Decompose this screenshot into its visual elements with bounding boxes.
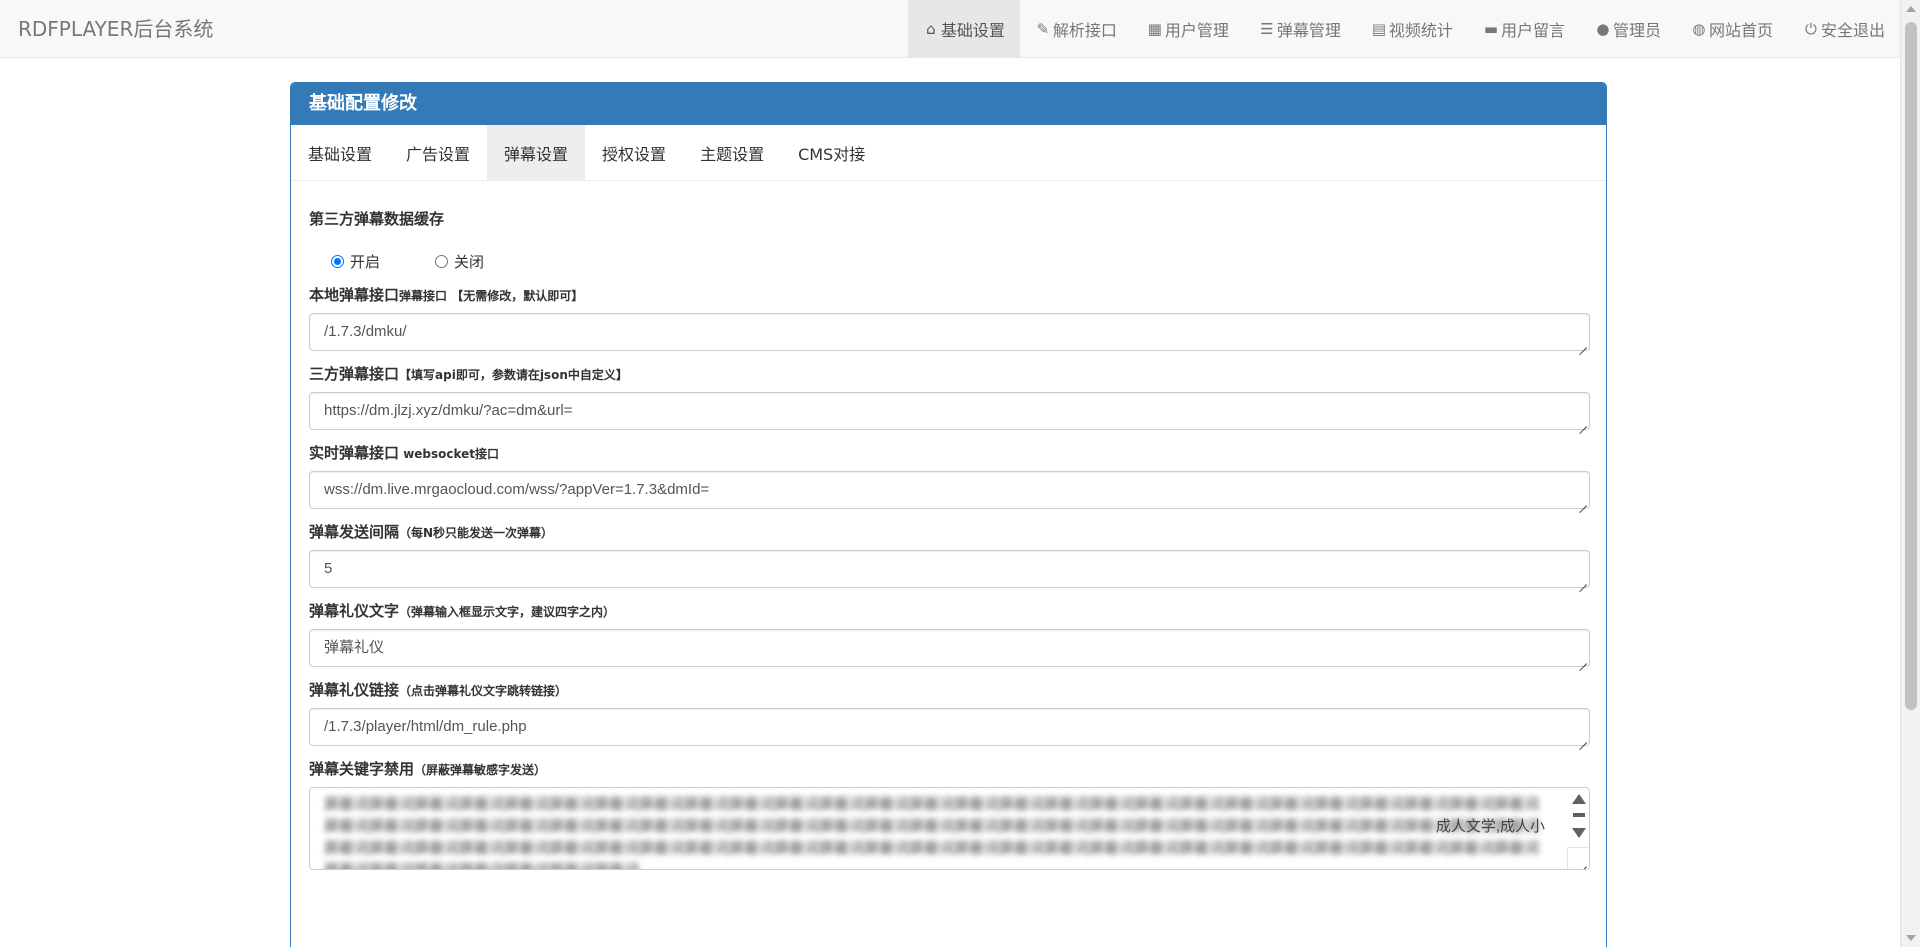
nav-item-3[interactable]: ☰ 弹幕管理 [1244,0,1356,58]
resize-grip-icon[interactable] [1577,654,1587,664]
setting-textarea[interactable]: wss://dm.live.mrgaocloud.com/wss/?appVer… [309,471,1590,509]
nav-item-label: 管理员 [1612,21,1661,40]
globe-icon: ◍ [1692,20,1706,38]
nav-item-1[interactable]: ✎ 解析接口 [1020,0,1132,58]
nav-item-label: 网站首页 [1708,21,1773,40]
tab-5[interactable]: CMS对接 [781,125,882,181]
resize-grip-icon[interactable] [1577,496,1587,506]
nav-item-label: 用户留言 [1500,21,1565,40]
nav-item-4[interactable]: ▤ 视频统计 [1356,0,1468,58]
top-navbar: RDFPLAYER后台系统 ⌂ 基础设置 ✎ 解析接口 ▦ 用户管理 ☰ 弹幕管理 ▤ 视频统计 ▬… [0,0,1900,58]
nav-item-0[interactable]: ⌂ 基础设置 [907,0,1020,58]
nav-item-label: 视频统计 [1388,21,1453,40]
nav-item-label: 用户管理 [1164,21,1229,40]
config-tabs: 基础设置 广告设置 弹幕设置 授权设置 主题设置 CMS对接 [291,125,1606,181]
resize-grip-icon[interactable] [1577,338,1587,348]
scroll-down-arrow-icon[interactable] [1906,935,1916,941]
setting-value: 5 [324,560,333,577]
resize-corner[interactable] [1567,847,1589,869]
resize-grip-icon[interactable] [1577,575,1587,585]
nav-item-6[interactable]: ● 管理员 [1580,0,1676,58]
cache-on-radio[interactable]: 开启 [331,251,380,272]
film-icon: ▤ [1371,20,1387,38]
keywords-visible-text: 成人文学,成人小 [1435,818,1545,835]
setting-value: /1.7.3/player/html/dm_rule.php [324,718,527,735]
resize-grip-icon[interactable] [1577,733,1587,743]
nav-item-label: 基础设置 [940,21,1005,40]
tab-4[interactable]: 主题设置 [683,125,781,181]
setting-label: 三方弹幕接口【填写api即可，参数请在json中自定义】 [309,365,628,383]
setting-field: 实时弹幕接口 websocket接口 wss://dm.live.mrgaoclo… [309,443,1590,509]
nav-item-label: 解析接口 [1052,21,1117,40]
nav-item-5[interactable]: ▬ 用户留言 [1468,0,1580,58]
nav-item-label: 安全退出 [1820,21,1885,40]
setting-textarea[interactable]: 弹幕礼仪 [309,629,1590,667]
radio-unchecked-icon[interactable] [435,254,449,268]
setting-field: 弹幕发送间隔（每N秒只能发送一次弹幕） 5 [309,522,1590,588]
danmaku-settings-form: 第三方弹幕数据缓存 开启 关闭 本地弹幕接口弹幕接口 【无需修改，默认即可】 /1… [309,209,1590,870]
comment-icon: ▬ [1483,20,1499,38]
scroll-up-arrow-icon[interactable] [1906,6,1916,12]
page-scrollbar[interactable] [1900,0,1920,947]
keywords-textarea[interactable]: 屏蔽词屏蔽词屏蔽词屏蔽词屏蔽词屏蔽词屏蔽词屏蔽词屏蔽词屏蔽词屏蔽词屏蔽词屏蔽词屏… [309,787,1590,870]
setting-field: 本地弹幕接口弹幕接口 【无需修改，默认即可】 /1.7.3/dmku/ [309,285,1590,351]
tab-0[interactable]: 基础设置 [291,125,389,181]
cache-section-title: 第三方弹幕数据缓存 [309,210,445,228]
setting-textarea[interactable]: /1.7.3/dmku/ [309,313,1590,351]
setting-textarea[interactable]: https://dm.jlzj.xyz/dmku/?ac=dm&url= [309,392,1590,430]
setting-value: 弹幕礼仪 [324,639,385,656]
cache-on-label: 开启 [350,252,381,271]
setting-label: 弹幕礼仪链接（点击弹幕礼仪文字跳转链接） [309,681,568,699]
resize-grip-icon[interactable] [1577,417,1587,427]
setting-value: wss://dm.live.mrgaocloud.com/wss/?appVer… [324,481,710,498]
setting-value: /1.7.3/dmku/ [324,323,407,340]
cache-radio-group: 开启 关闭 [309,251,1590,271]
setting-value: https://dm.jlzj.xyz/dmku/?ac=dm&url= [324,402,573,419]
blurred-keywords-text: 屏蔽词屏蔽词屏蔽词屏蔽词屏蔽词屏蔽词屏蔽词屏蔽词屏蔽词屏蔽词屏蔽词屏蔽词屏蔽词屏… [324,796,1540,869]
main-nav: ⌂ 基础设置 ✎ 解析接口 ▦ 用户管理 ☰ 弹幕管理 ▤ 视频统计 ▬ 用户留言 ● 管理员 ◍ 网站首页 ⏻… [907,0,1900,58]
tab-1[interactable]: 广告设置 [389,125,487,181]
nav-item-7[interactable]: ◍ 网站首页 [1676,0,1788,58]
cache-off-radio[interactable]: 关闭 [435,251,484,272]
setting-field: 三方弹幕接口【填写api即可，参数请在json中自定义】 https://dm.j… [309,364,1590,430]
setting-label: 实时弹幕接口 websocket接口 [309,444,500,462]
textarea-scroll-thumb[interactable] [1573,813,1585,817]
user-icon: ● [1596,20,1610,38]
power-icon: ⏻ [1805,20,1817,38]
setting-field: 弹幕礼仪文字（弹幕输入框显示文字，建议四字之内） 弹幕礼仪 [309,601,1590,667]
textarea-scroll-down-icon[interactable] [1572,828,1586,838]
scroll-thumb[interactable] [1905,22,1917,710]
panel-title: 基础配置修改 [291,83,1606,125]
tab-3[interactable]: 授权设置 [585,125,683,181]
setting-textarea[interactable]: 5 [309,550,1590,588]
list-icon: ☰ [1260,20,1274,38]
keywords-label: 弹幕关键字禁用（屏蔽弹幕敏感字发送） [309,760,547,778]
grid-icon: ▦ [1147,20,1162,38]
brand-title[interactable]: RDFPLAYER后台系统 [18,16,213,42]
nav-item-2[interactable]: ▦ 用户管理 [1132,0,1244,58]
nav-item-8[interactable]: ⏻ 安全退出 [1788,0,1900,58]
keywords-field: 弹幕关键字禁用（屏蔽弹幕敏感字发送） 屏蔽词屏蔽词屏蔽词屏蔽词屏蔽词屏蔽词屏蔽词… [309,759,1590,870]
tab-2[interactable]: 弹幕设置 [487,125,586,181]
setting-label: 本地弹幕接口弹幕接口 【无需修改，默认即可】 [309,286,584,304]
edit-icon: ✎ [1036,20,1050,38]
home-icon: ⌂ [926,20,936,38]
resize-grip-icon[interactable] [1577,857,1587,867]
setting-textarea[interactable]: /1.7.3/player/html/dm_rule.php [309,708,1590,746]
setting-label: 弹幕发送间隔（每N秒只能发送一次弹幕） [309,523,554,541]
radio-checked-icon[interactable] [331,254,344,268]
setting-field: 弹幕礼仪链接（点击弹幕礼仪文字跳转链接） /1.7.3/player/html/d… [309,680,1590,746]
cache-off-label: 关闭 [454,252,485,271]
config-panel: 基础配置修改 基础设置 广告设置 弹幕设置 授权设置 主题设置 CMS对接 第三方弹幕数据… [290,82,1607,947]
setting-label: 弹幕礼仪文字（弹幕输入框显示文字，建议四字之内） [309,602,616,620]
nav-item-label: 弹幕管理 [1276,21,1341,40]
textarea-scroll-up-icon[interactable] [1572,794,1586,804]
